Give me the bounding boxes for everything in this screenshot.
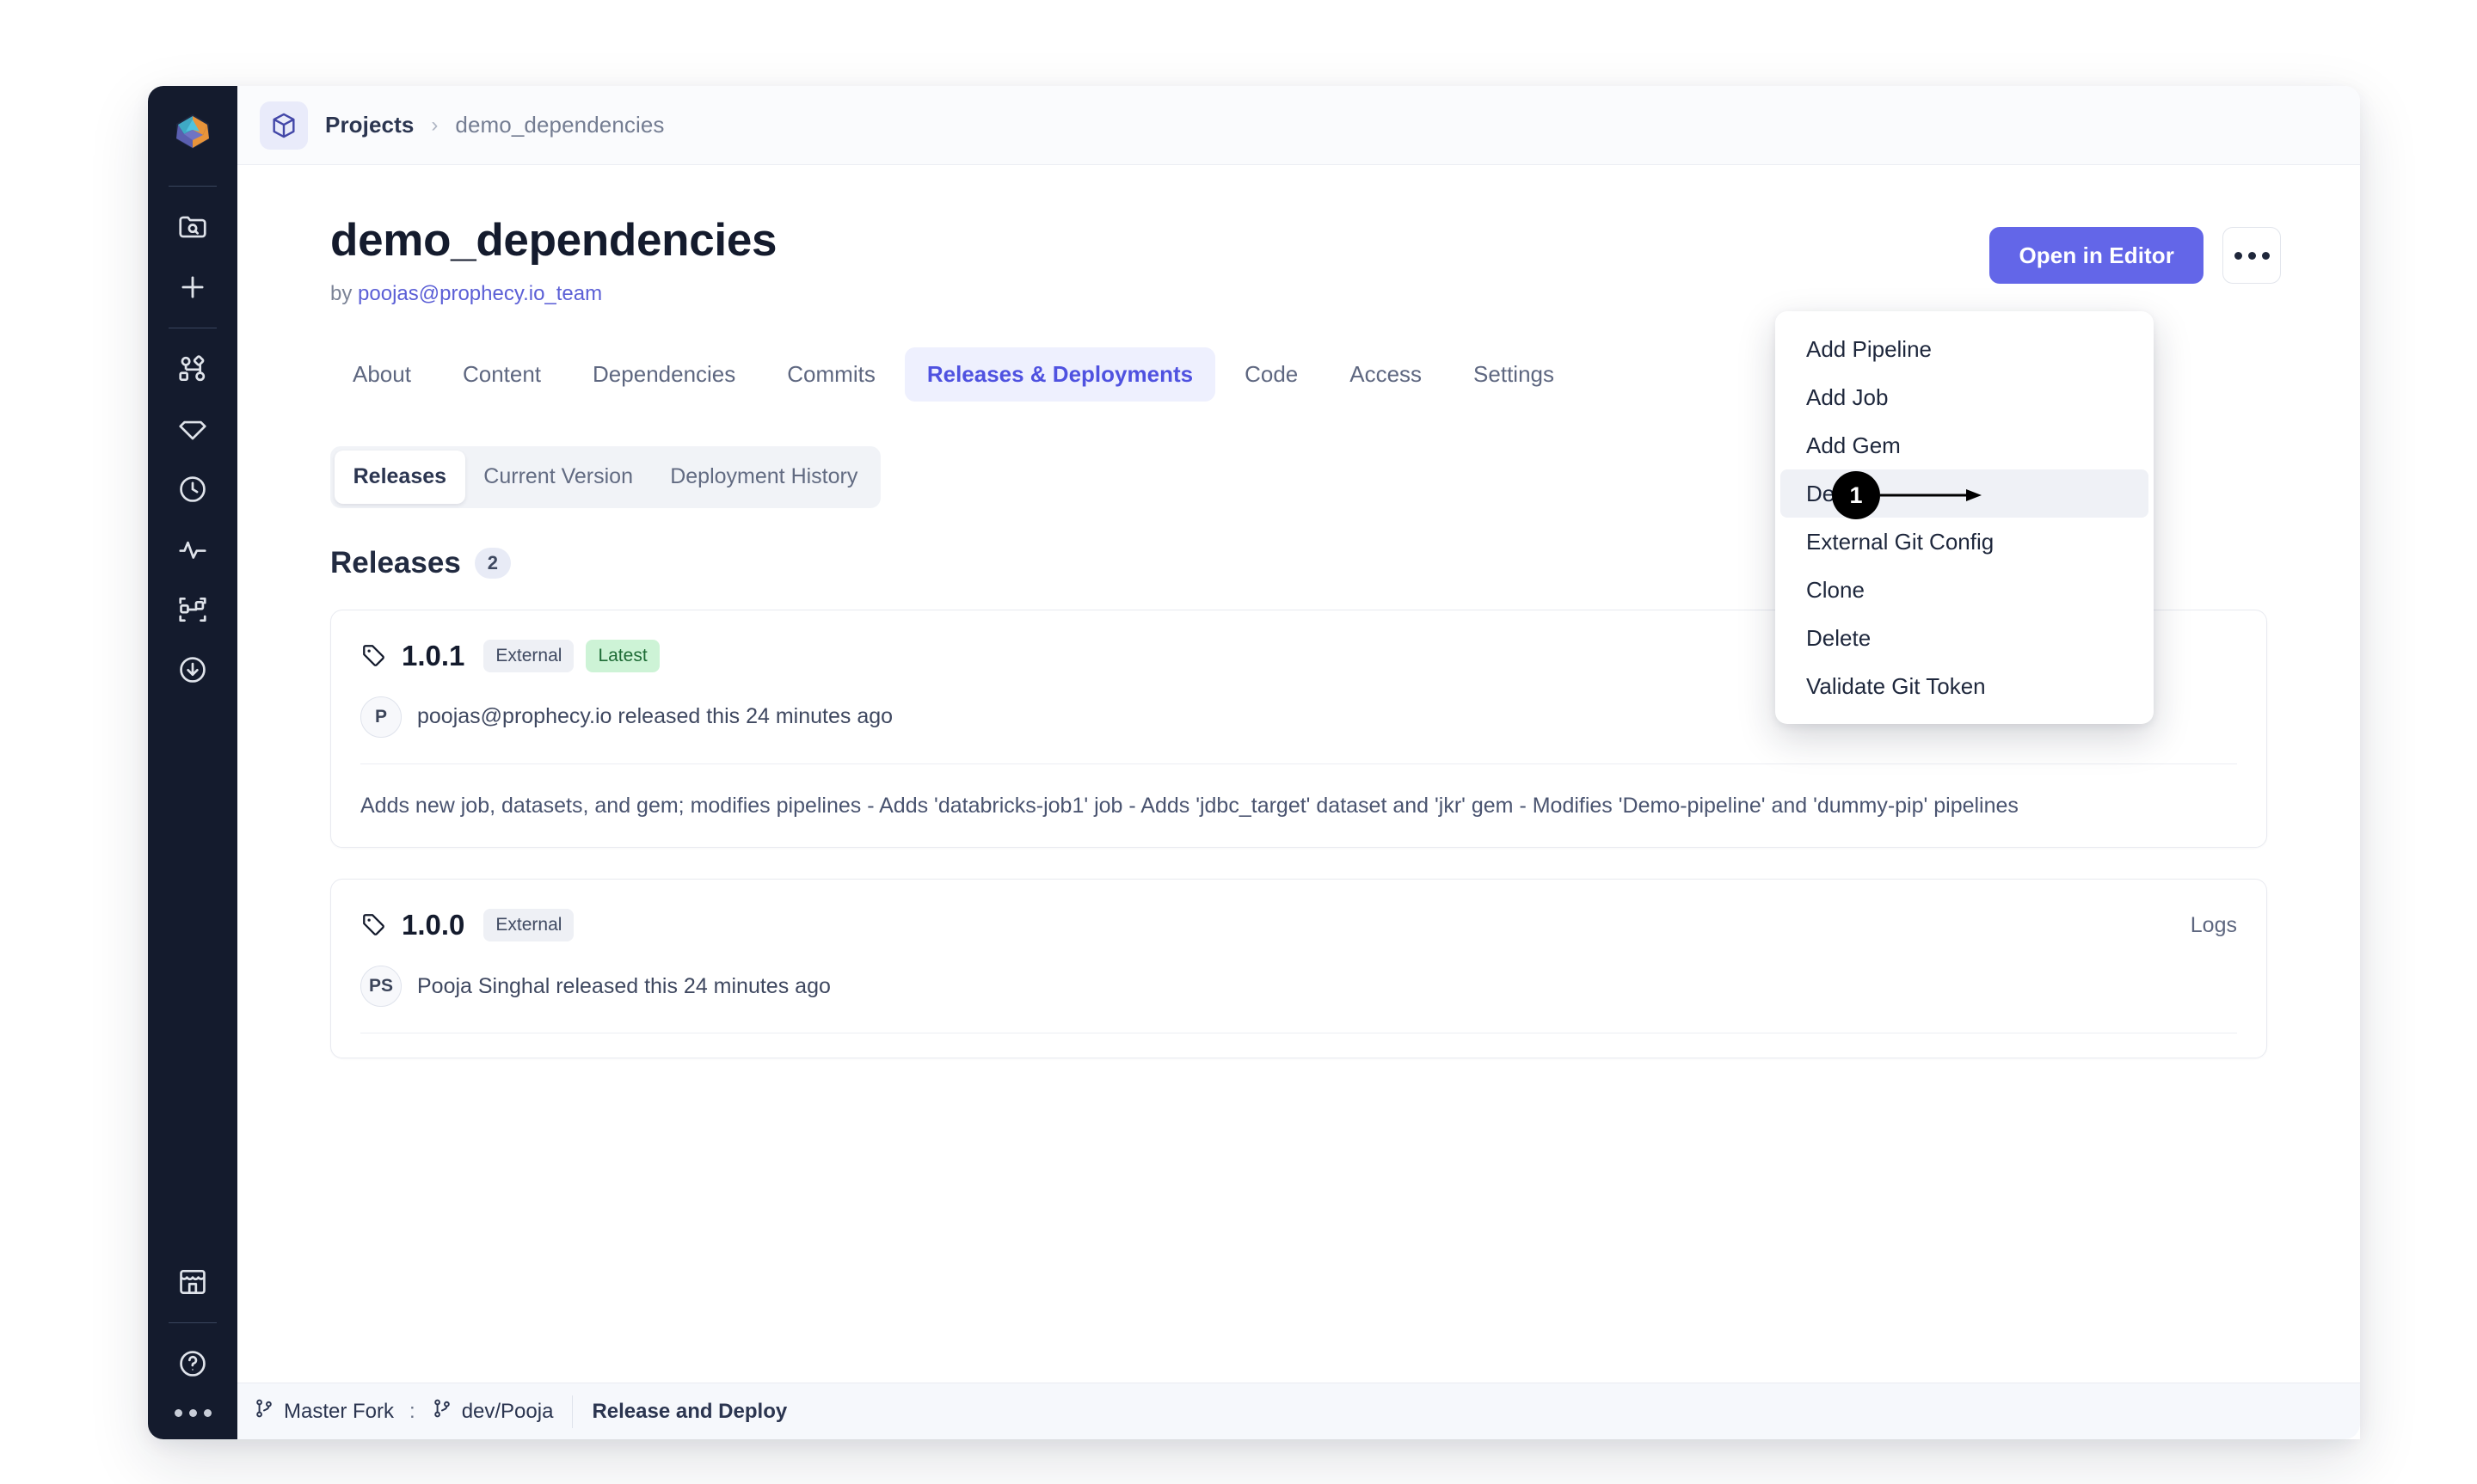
release-badge-latest: Latest — [586, 640, 659, 672]
rail-item-gems[interactable] — [166, 399, 219, 459]
status-branch[interactable]: dev/Pooja — [431, 1397, 554, 1426]
page-title: demo_dependencies — [330, 217, 1989, 265]
rail-divider-bottom — [169, 1322, 217, 1323]
annotation-arrow-icon — [1880, 487, 1983, 504]
rail-item-help[interactable] — [166, 1334, 219, 1394]
rail-item-pipelines[interactable] — [166, 339, 219, 399]
release-version: 1.0.0 — [402, 909, 464, 941]
project-more-options-button[interactable] — [2222, 227, 2281, 284]
release-logs-link[interactable]: Logs — [2191, 913, 2237, 938]
title-block: demo_dependencies by poojas@prophecy.io_… — [330, 217, 1989, 306]
status-fork[interactable]: Master Fork — [253, 1397, 394, 1426]
folder-search-icon — [176, 211, 209, 243]
marketplace-icon — [176, 1266, 209, 1298]
subtab-releases[interactable]: Releases — [335, 451, 465, 504]
rail-item-browse[interactable] — [166, 197, 219, 257]
status-separator: : — [409, 1400, 415, 1424]
application-window: Projects › demo_dependencies demo_depend… — [148, 86, 2360, 1439]
release-card: 1.0.0 External Logs PS Pooja Singhal rel… — [330, 879, 2267, 1058]
releases-heading: Releases — [330, 546, 461, 580]
byline-prefix: by — [330, 282, 352, 305]
subtab-current-version[interactable]: Current Version — [465, 451, 652, 504]
title-actions: Open in Editor — [1989, 217, 2281, 284]
breadcrumb-current: demo_dependencies — [455, 112, 664, 138]
breadcrumb-separator-icon: › — [431, 113, 438, 138]
pipeline-graph-icon — [176, 353, 209, 385]
release-badge-external: External — [483, 909, 574, 941]
help-circle-icon — [176, 1347, 209, 1380]
tab-releases-and-deployments[interactable]: Releases & Deployments — [905, 347, 1215, 402]
menu-item-add-job[interactable]: Add Job — [1780, 373, 2148, 421]
releases-count-badge: 2 — [475, 548, 511, 579]
git-branch-icon — [253, 1397, 275, 1426]
gem-icon — [176, 413, 209, 445]
menu-item-delete[interactable]: Delete — [1780, 614, 2148, 662]
release-header: 1.0.0 External Logs — [360, 909, 2237, 941]
git-branch-icon — [431, 1397, 453, 1426]
rail-item-create[interactable] — [166, 257, 219, 317]
tab-content[interactable]: Content — [440, 347, 563, 402]
release-author-line: Pooja Singhal released this 24 minutes a… — [417, 974, 831, 999]
release-author-line: poojas@prophecy.io released this 24 minu… — [417, 704, 893, 729]
status-bar-divider — [572, 1395, 573, 1428]
avatar: PS — [360, 966, 402, 1007]
tag-icon — [360, 911, 388, 939]
clock-icon — [176, 473, 209, 506]
owner-link[interactable]: poojas@prophecy.io_team — [358, 282, 602, 305]
download-circle-icon — [176, 653, 209, 686]
breadcrumb-root-link[interactable]: Projects — [325, 112, 414, 138]
tag-icon — [360, 642, 388, 670]
release-author-row: PS Pooja Singhal released this 24 minute… — [360, 966, 2237, 1007]
menu-item-validate-git-token[interactable]: Validate Git Token — [1780, 662, 2148, 710]
release-version: 1.0.1 — [402, 640, 464, 672]
plus-icon — [176, 271, 209, 304]
release-and-deploy-button[interactable]: Release and Deploy — [592, 1400, 787, 1424]
cube-icon[interactable] — [260, 101, 308, 150]
tab-about[interactable]: About — [330, 347, 433, 402]
menu-item-clone[interactable]: Clone — [1780, 566, 2148, 614]
rail-divider-top — [169, 186, 217, 187]
tab-code[interactable]: Code — [1222, 347, 1320, 402]
byline: by poojas@prophecy.io_team — [330, 282, 1989, 306]
status-branch-label: dev/Pooja — [462, 1400, 554, 1424]
activity-pulse-icon — [176, 533, 209, 566]
status-bar: Master Fork : dev/Pooja Release and Depl… — [237, 1383, 2360, 1439]
rail-item-monitoring[interactable] — [166, 519, 219, 579]
avatar: P — [360, 696, 402, 738]
tab-settings[interactable]: Settings — [1451, 347, 1577, 402]
annotation-callout: 1 — [1832, 471, 1983, 519]
rail-item-lineage[interactable] — [166, 579, 219, 640]
open-in-editor-button[interactable]: Open in Editor — [1989, 227, 2203, 284]
releases-subtabs: Releases Current Version Deployment Hist… — [330, 446, 881, 508]
breadcrumb: Projects › demo_dependencies — [237, 86, 2360, 165]
left-navigation-rail — [148, 86, 237, 1439]
release-badge-external: External — [483, 640, 574, 672]
tab-dependencies[interactable]: Dependencies — [570, 347, 758, 402]
title-row: demo_dependencies by poojas@prophecy.io_… — [237, 165, 2360, 306]
rail-item-deploy[interactable] — [166, 640, 219, 700]
release-divider — [360, 763, 2237, 764]
annotation-step-number: 1 — [1832, 471, 1880, 519]
menu-item-add-pipeline[interactable]: Add Pipeline — [1780, 325, 2148, 373]
menu-item-add-gem[interactable]: Add Gem — [1780, 421, 2148, 469]
lineage-nodes-icon — [176, 593, 209, 626]
subtab-deployment-history[interactable]: Deployment History — [652, 451, 876, 504]
release-description: Adds new job, datasets, and gem; modifie… — [360, 788, 2237, 824]
status-fork-label: Master Fork — [284, 1400, 394, 1424]
rail-item-history[interactable] — [166, 459, 219, 519]
main-content-area: Projects › demo_dependencies demo_depend… — [237, 86, 2360, 1439]
rail-overflow-ellipsis-icon[interactable] — [175, 1394, 212, 1420]
prophecy-logo-icon[interactable] — [168, 107, 218, 156]
rail-item-marketplace[interactable] — [166, 1252, 219, 1312]
tab-access[interactable]: Access — [1327, 347, 1444, 402]
menu-item-external-git-config[interactable]: External Git Config — [1780, 518, 2148, 566]
tab-commits[interactable]: Commits — [765, 347, 898, 402]
